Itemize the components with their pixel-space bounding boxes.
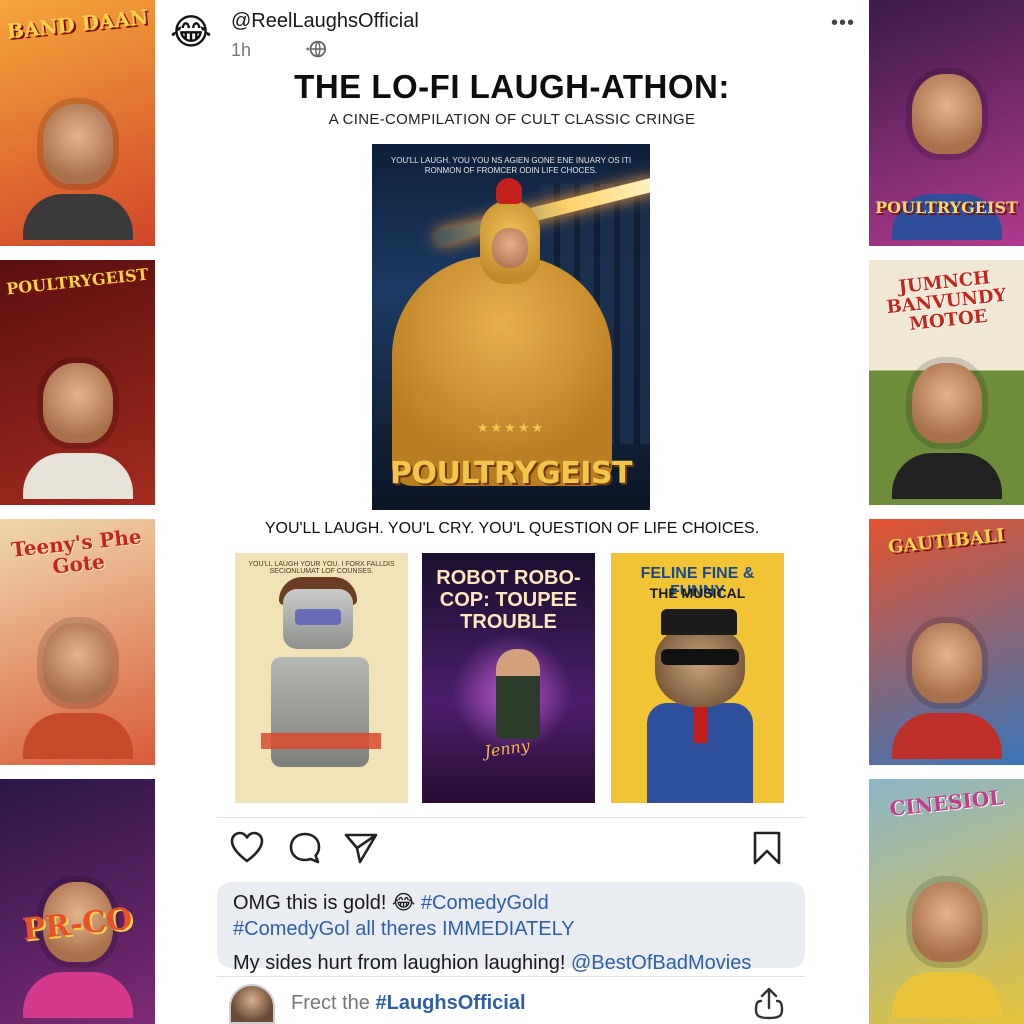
social-post: 😂 @ReelLaughsOfficial 1h ••• THE LO-FI L… <box>155 0 869 1024</box>
poster-banner <box>261 733 381 749</box>
right-poster-column: POULTRYGEIST JUMNCH BANVUNDY MOTOE GAUTI… <box>869 0 1024 1024</box>
side-poster-title: JUMNCH BANVUNDY MOTOE <box>885 266 1008 335</box>
comment-icon <box>289 832 321 864</box>
robot-poster-image[interactable]: YOU'LL LAUGH YOUR YOU. I FORX FALLDIS SE… <box>235 553 408 803</box>
post-caption: YOU'LL LAUGH. YOU'L CRY. YOU'L QUESTION … <box>264 520 760 537</box>
divider <box>217 976 805 977</box>
hero-poster-tagline: YOU'LL LAUGH. YOU YOU NS AGIEN GONE ENE … <box>390 156 632 176</box>
poster-figure <box>22 712 133 759</box>
rating-stars: ★★★★★ <box>476 420 546 435</box>
action-bar <box>229 830 789 870</box>
poster-figure <box>22 453 133 499</box>
hashtag-link[interactable]: #LaughsOfficial <box>375 992 525 1014</box>
robot-body <box>271 657 369 767</box>
poster-face <box>42 622 113 703</box>
comment: #ComedyGol all theres IMMEDIATELY <box>233 916 789 942</box>
side-poster-title: CINESIOL <box>888 784 1005 821</box>
side-poster: CINESIOL <box>869 778 1024 1024</box>
reply-input[interactable]: Frect the #LaughsOfficial <box>291 992 526 1015</box>
poster-face <box>42 103 113 184</box>
side-poster-title: POULTRYGEIST <box>5 264 150 298</box>
side-poster: GAUTIBALI <box>869 519 1024 765</box>
avatar[interactable] <box>229 984 275 1024</box>
poster-face <box>911 882 982 962</box>
side-poster-title: PR-CO <box>20 900 134 948</box>
left-poster-column: BAND DAAN POULTRYGEIST Teeny's Phe Gote … <box>0 0 155 1024</box>
poster-figure <box>891 453 1002 499</box>
comment: OMG this is gold! 😂 #ComedyGold <box>233 890 789 916</box>
globe-icon <box>306 40 327 58</box>
side-poster-title: POULTRYGEIST <box>875 198 1018 217</box>
comment-button[interactable] <box>287 830 323 866</box>
feline-poster-subtitle: THE MUSICAL <box>649 585 746 601</box>
side-poster: BAND DAAN <box>0 0 155 246</box>
robot-visor <box>295 609 341 625</box>
share-icon[interactable] <box>753 986 785 1020</box>
divider <box>217 817 805 818</box>
poster-face <box>911 622 982 703</box>
comment: My sides hurt from laughion laughing! @B… <box>233 950 789 976</box>
bookmark-button[interactable] <box>749 830 785 866</box>
side-poster-title: BAND DAAN <box>5 4 150 44</box>
comments-box[interactable]: OMG this is gold! 😂 #ComedyGold #ComedyG… <box>217 882 805 974</box>
send-icon <box>344 833 378 864</box>
more-icon[interactable]: ••• <box>831 12 855 35</box>
side-poster-title: GAUTIBALI <box>887 524 1006 559</box>
robocop-poster-title: ROBOT ROBO-COP: TOUPEE TROUBLE <box>436 567 581 633</box>
heart-icon <box>230 831 264 863</box>
like-button[interactable] <box>229 830 265 866</box>
hashtag-link[interactable]: #ComedyGol <box>233 918 350 940</box>
cat-head <box>655 627 745 707</box>
post-time: 1h <box>231 40 252 60</box>
cat-hat <box>661 609 737 635</box>
username-link[interactable]: @ReelLaughsOfficial <box>231 10 419 33</box>
chicken-costume <box>392 256 612 486</box>
poster-figure <box>891 712 1002 759</box>
comment-text: My sides hurt from laughion laughing! <box>233 952 571 974</box>
side-poster: Teeny's Phe Gote <box>0 519 155 765</box>
reply-prefix: Frect the <box>291 992 376 1014</box>
comment-text: OMG this is gold! 😂 <box>233 892 421 914</box>
robot-poster-tagline: YOU'LL LAUGH YOUR YOU. I FORX FALLDIS SE… <box>248 561 395 575</box>
hero-poster-title: POULTRYGEIST <box>390 456 633 491</box>
chicken-comb <box>496 178 522 204</box>
avatar[interactable]: 😂 <box>169 10 213 54</box>
hero-poster-image[interactable]: YOU'LL LAUGH. YOU YOU NS AGIEN GONE ENE … <box>372 144 650 510</box>
cat-tie <box>693 703 707 743</box>
mention-link[interactable]: @BestOfBadMovies <box>571 952 751 974</box>
send-button[interactable] <box>343 830 379 866</box>
poster-face <box>42 363 113 443</box>
post-subhead: A CINE-COMPILATION OF CULT CLASSIC CRING… <box>328 111 696 128</box>
poster-face <box>911 73 982 154</box>
side-poster: JUMNCH BANVUNDY MOTOE <box>869 259 1024 505</box>
poster-figure <box>496 649 540 739</box>
comment-text: all theres IMMEDIATELY <box>349 918 575 940</box>
poster-face <box>911 363 982 443</box>
bookmark-icon <box>753 831 781 865</box>
actor-face <box>492 228 528 268</box>
side-poster-title: Teeny's Phe Gote <box>10 524 143 579</box>
cat-sunglasses <box>661 649 739 665</box>
post-header: 😂 @ReelLaughsOfficial 1h ••• <box>169 8 859 64</box>
poster-figure <box>22 193 133 240</box>
feline-poster-image[interactable]: FELINE FINE & FUNNY THE MUSICAL <box>611 553 784 803</box>
hashtag-link[interactable]: #ComedyGold <box>421 892 549 914</box>
side-poster: POULTRYGEIST <box>869 0 1024 246</box>
robocop-poster-image[interactable]: ROBOT ROBO-COP: TOUPEE TROUBLE Jenny <box>422 553 595 803</box>
side-poster: POULTRYGEIST <box>0 259 155 505</box>
side-poster: PR-CO <box>0 778 155 1024</box>
poster-figure <box>22 972 133 1018</box>
reply-bar: Frect the #LaughsOfficial <box>229 984 789 1024</box>
poster-figure <box>891 972 1002 1018</box>
post-headline: THE LO-FI LAUGH-ATHON: <box>294 68 730 105</box>
